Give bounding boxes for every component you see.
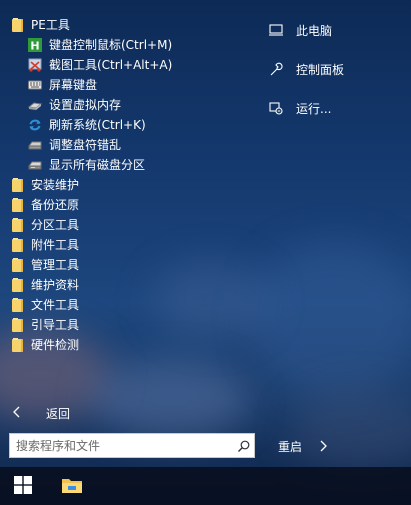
menu-folder-label: 管理工具 bbox=[31, 258, 80, 272]
menu-item-label: 刷新系统(Ctrl+K) bbox=[49, 118, 146, 132]
menu-item-show-partitions[interactable]: 显示所有磁盘分区 bbox=[8, 155, 258, 175]
menu-folder-label: 备份还原 bbox=[31, 198, 80, 212]
chevron-left-icon bbox=[12, 406, 22, 421]
folder-icon bbox=[12, 278, 24, 292]
menu-folder-admin-tools[interactable]: 管理工具 bbox=[8, 255, 258, 275]
chevron-right-icon[interactable] bbox=[318, 440, 328, 452]
search-box[interactable] bbox=[9, 433, 255, 458]
menu-item-label: 截图工具(Ctrl+Alt+A) bbox=[49, 58, 173, 72]
folder-icon bbox=[12, 258, 24, 272]
drive-icon bbox=[28, 138, 42, 152]
menu-item-keyboard-mouse[interactable]: H 键盘控制鼠标(Ctrl+M) bbox=[8, 35, 258, 55]
control-panel-label: 控制面板 bbox=[296, 62, 345, 77]
menu-folder-hardware-check[interactable]: 硬件检测 bbox=[8, 335, 258, 355]
menu-folder-label: 文件工具 bbox=[31, 298, 80, 312]
folder-icon bbox=[12, 338, 24, 352]
run-link[interactable]: 运行... bbox=[268, 98, 408, 118]
menu-folder-label: PE工具 bbox=[31, 18, 70, 32]
folder-icon bbox=[12, 298, 24, 312]
restart-label: 重启 bbox=[278, 439, 303, 454]
menu-folder-boot-tools[interactable]: 引导工具 bbox=[8, 315, 258, 335]
menu-folder-label: 分区工具 bbox=[31, 218, 80, 232]
monitor-icon bbox=[268, 22, 284, 38]
windows-logo-icon bbox=[14, 475, 32, 497]
restart-button[interactable]: 重启 bbox=[278, 437, 328, 455]
keyboard-icon bbox=[28, 78, 42, 92]
menu-item-label: 键盘控制鼠标(Ctrl+M) bbox=[49, 38, 173, 52]
wrench-icon bbox=[268, 61, 284, 77]
menu-item-virtual-memory[interactable]: 设置虚拟内存 bbox=[8, 95, 258, 115]
menu-folder-label: 引导工具 bbox=[31, 318, 80, 332]
start-menu-program-list: PE工具 H 键盘控制鼠标(Ctrl+M) 截图工具(Ctrl+Alt+A) 屏… bbox=[8, 15, 258, 355]
file-explorer-icon bbox=[61, 476, 83, 497]
menu-folder-label: 附件工具 bbox=[31, 238, 80, 252]
menu-item-label: 设置虚拟内存 bbox=[49, 98, 122, 112]
start-button[interactable] bbox=[0, 467, 46, 505]
menu-folder-install-maintain[interactable]: 安装维护 bbox=[8, 175, 258, 195]
control-panel-link[interactable]: 控制面板 bbox=[268, 59, 408, 79]
refresh-icon bbox=[28, 118, 42, 132]
h-app-icon: H bbox=[28, 38, 42, 52]
menu-folder-file-tools[interactable]: 文件工具 bbox=[8, 295, 258, 315]
folder-icon bbox=[12, 18, 24, 32]
scissors-icon bbox=[28, 58, 42, 72]
svg-text:H: H bbox=[30, 40, 39, 53]
menu-item-label: 显示所有磁盘分区 bbox=[49, 158, 146, 172]
menu-item-screen-keyboard[interactable]: 屏幕键盘 bbox=[8, 75, 258, 95]
memory-icon bbox=[28, 98, 42, 112]
menu-folder-accessories[interactable]: 附件工具 bbox=[8, 235, 258, 255]
folder-icon bbox=[12, 318, 24, 332]
search-input[interactable] bbox=[10, 434, 234, 457]
menu-item-label: 屏幕键盘 bbox=[49, 78, 98, 92]
this-pc-link[interactable]: 此电脑 bbox=[268, 20, 408, 40]
menu-folder-pe-tools[interactable]: PE工具 bbox=[8, 15, 258, 35]
menu-folder-label: 安装维护 bbox=[31, 178, 80, 192]
back-label: 返回 bbox=[46, 406, 71, 421]
menu-item-screenshot[interactable]: 截图工具(Ctrl+Alt+A) bbox=[8, 55, 258, 75]
menu-folder-maintenance-docs[interactable]: 维护资料 bbox=[8, 275, 258, 295]
this-pc-label: 此电脑 bbox=[296, 23, 333, 38]
run-icon bbox=[268, 100, 284, 116]
menu-item-refresh-system[interactable]: 刷新系统(Ctrl+K) bbox=[8, 115, 258, 135]
menu-folder-label: 硬件检测 bbox=[31, 338, 80, 352]
run-label: 运行... bbox=[296, 101, 332, 116]
menu-folder-backup-restore[interactable]: 备份还原 bbox=[8, 195, 258, 215]
folder-icon bbox=[12, 238, 24, 252]
menu-item-label: 调整盘符错乱 bbox=[49, 138, 122, 152]
disk-icon bbox=[28, 158, 42, 172]
start-menu-right-panel: 此电脑 控制面板 运行... bbox=[268, 20, 408, 137]
menu-folder-partition-tools[interactable]: 分区工具 bbox=[8, 215, 258, 235]
file-explorer-taskbar-button[interactable] bbox=[48, 467, 96, 505]
taskbar bbox=[0, 467, 411, 505]
folder-icon bbox=[12, 198, 24, 212]
folder-icon bbox=[12, 218, 24, 232]
menu-item-drive-letters[interactable]: 调整盘符错乱 bbox=[8, 135, 258, 155]
back-button[interactable]: 返回 bbox=[12, 403, 70, 423]
menu-folder-label: 维护资料 bbox=[31, 278, 80, 292]
search-icon[interactable] bbox=[234, 439, 254, 453]
folder-icon bbox=[12, 178, 24, 192]
